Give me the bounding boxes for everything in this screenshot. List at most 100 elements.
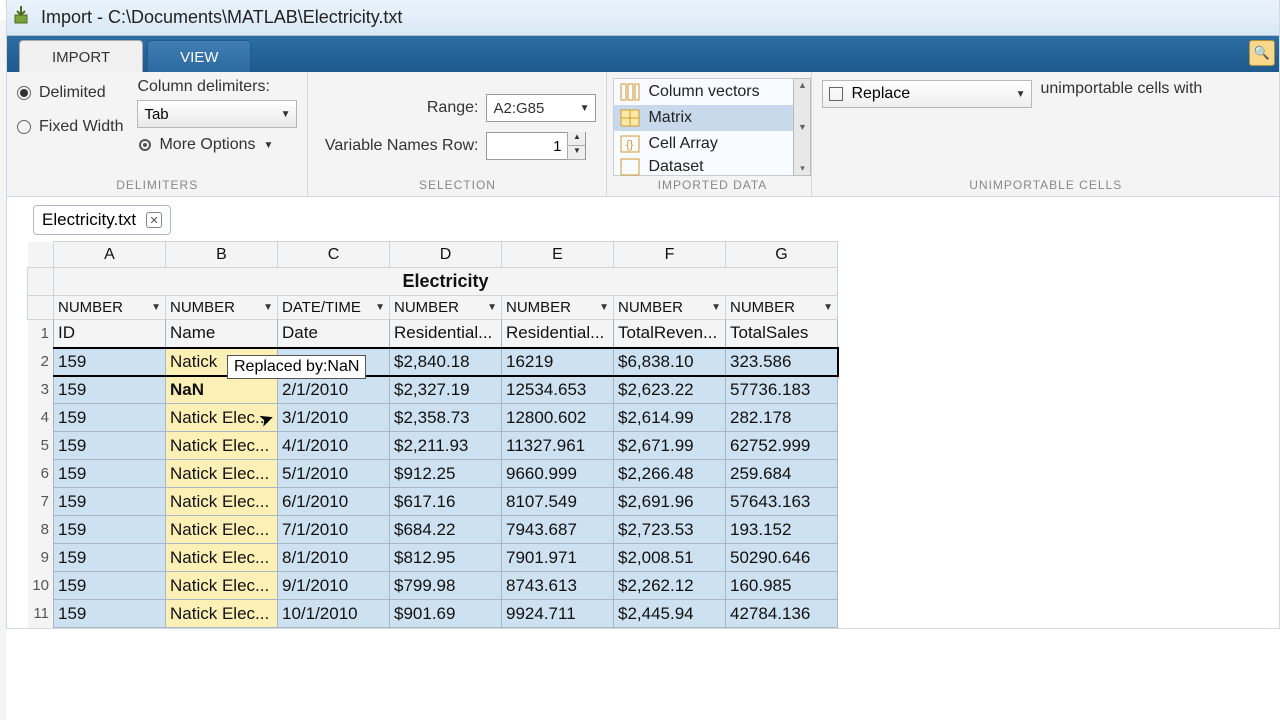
header-cell[interactable]: Name: [166, 320, 278, 348]
import-type-scrollbar[interactable]: ▲▼▾: [793, 78, 811, 176]
col-type-C[interactable]: DATE/TIME▼: [278, 296, 390, 320]
close-icon[interactable]: ✕: [146, 212, 162, 228]
radio-fixedwidth[interactable]: Fixed Width: [17, 118, 123, 136]
table-cell[interactable]: 6/1/2010: [278, 488, 390, 516]
varrow-spinner[interactable]: ▲▼: [486, 132, 586, 160]
table-cell[interactable]: $684.22: [390, 516, 502, 544]
col-type-D[interactable]: NUMBER▼: [390, 296, 502, 320]
table-cell[interactable]: 159: [54, 376, 166, 404]
col-type-E[interactable]: NUMBER▼: [502, 296, 614, 320]
tab-view[interactable]: VIEW: [147, 40, 251, 72]
table-cell[interactable]: $2,623.22: [614, 376, 726, 404]
range-dropdown[interactable]: A2:G85 ▼: [486, 94, 596, 122]
table-cell[interactable]: Natick Elec...: [166, 600, 278, 628]
row-number[interactable]: 9: [28, 544, 54, 572]
table-cell[interactable]: 8107.549: [502, 488, 614, 516]
table-cell[interactable]: 62752.999: [726, 432, 838, 460]
table-cell[interactable]: 16219: [502, 348, 614, 376]
table-cell[interactable]: 282.178: [726, 404, 838, 432]
spinner-buttons[interactable]: ▲▼: [567, 132, 585, 160]
table-cell[interactable]: 159: [54, 404, 166, 432]
table-cell[interactable]: $2,445.94: [614, 600, 726, 628]
table-cell[interactable]: $812.95: [390, 544, 502, 572]
tab-import[interactable]: IMPORT: [19, 40, 143, 72]
header-cell[interactable]: ID: [54, 320, 166, 348]
header-cell[interactable]: TotalSales: [726, 320, 838, 348]
table-cell[interactable]: 12800.602: [502, 404, 614, 432]
table-cell[interactable]: 159: [54, 488, 166, 516]
table-cell[interactable]: 42784.136: [726, 600, 838, 628]
table-cell[interactable]: $2,008.51: [614, 544, 726, 572]
table-cell[interactable]: 9660.999: [502, 460, 614, 488]
table-cell[interactable]: 7/1/2010: [278, 516, 390, 544]
table-cell[interactable]: 3/1/2010: [278, 404, 390, 432]
table-cell[interactable]: 9924.711: [502, 600, 614, 628]
replace-dropdown[interactable]: Replace ▼: [822, 80, 1032, 108]
row-number[interactable]: 7: [28, 488, 54, 516]
table-cell[interactable]: 5/1/2010: [278, 460, 390, 488]
table-cell[interactable]: 4/1/2010: [278, 432, 390, 460]
table-cell[interactable]: 159: [54, 600, 166, 628]
table-cell[interactable]: $2,840.18: [390, 348, 502, 376]
table-cell[interactable]: 11327.961: [502, 432, 614, 460]
row-number[interactable]: 5: [28, 432, 54, 460]
table-cell[interactable]: $6,838.10: [614, 348, 726, 376]
table-cell[interactable]: 50290.646: [726, 544, 838, 572]
table-cell[interactable]: 159: [54, 544, 166, 572]
table-cell[interactable]: 159: [54, 516, 166, 544]
table-cell[interactable]: 160.985: [726, 572, 838, 600]
table-cell[interactable]: 7901.971: [502, 544, 614, 572]
table-cell[interactable]: 159: [54, 572, 166, 600]
table-cell[interactable]: Natick Elec...: [166, 516, 278, 544]
replace-checkbox[interactable]: [829, 87, 843, 101]
row-number[interactable]: 11: [28, 600, 54, 628]
import-type-list[interactable]: Column vectors Matrix {} Cell Array Data…: [613, 78, 793, 176]
varrow-input[interactable]: [487, 137, 567, 156]
table-cell[interactable]: 57643.163: [726, 488, 838, 516]
table-cell[interactable]: $617.16: [390, 488, 502, 516]
col-type-A[interactable]: NUMBER▼: [54, 296, 166, 320]
table-cell[interactable]: $2,358.73: [390, 404, 502, 432]
table-cell[interactable]: $912.25: [390, 460, 502, 488]
table-cell[interactable]: $2,723.53: [614, 516, 726, 544]
col-header-E[interactable]: E: [502, 242, 614, 268]
col-header-D[interactable]: D: [390, 242, 502, 268]
row-number[interactable]: 6: [28, 460, 54, 488]
col-type-G[interactable]: NUMBER▼: [726, 296, 838, 320]
col-header-G[interactable]: G: [726, 242, 838, 268]
table-cell[interactable]: $2,671.99: [614, 432, 726, 460]
table-cell[interactable]: Natick Elec...: [166, 488, 278, 516]
row-number[interactable]: 4: [28, 404, 54, 432]
row-number[interactable]: 3: [28, 376, 54, 404]
table-cell[interactable]: 159: [54, 432, 166, 460]
table-cell[interactable]: $2,691.96: [614, 488, 726, 516]
table-cell[interactable]: 10/1/2010: [278, 600, 390, 628]
row-number[interactable]: 1: [28, 320, 54, 348]
table-cell[interactable]: $901.69: [390, 600, 502, 628]
header-cell[interactable]: Residential...: [390, 320, 502, 348]
import-type-column-vectors[interactable]: Column vectors: [614, 79, 793, 105]
header-cell[interactable]: TotalReven...: [614, 320, 726, 348]
table-cell[interactable]: $2,266.48: [614, 460, 726, 488]
table-cell[interactable]: NaN: [166, 376, 278, 404]
table-cell[interactable]: 7943.687: [502, 516, 614, 544]
row-number[interactable]: 10: [28, 572, 54, 600]
table-cell[interactable]: $799.98: [390, 572, 502, 600]
table-cell[interactable]: 8/1/2010: [278, 544, 390, 572]
table-cell[interactable]: 259.684: [726, 460, 838, 488]
table-cell[interactable]: 9/1/2010: [278, 572, 390, 600]
import-type-cell-array[interactable]: {} Cell Array: [614, 131, 793, 157]
row-number[interactable]: 8: [28, 516, 54, 544]
header-cell[interactable]: Residential...: [502, 320, 614, 348]
file-tab-electricity[interactable]: Electricity.txt ✕: [33, 205, 171, 235]
more-options-button[interactable]: More Options ▼: [137, 136, 297, 154]
col-header-A[interactable]: A: [54, 242, 166, 268]
header-cell[interactable]: Date: [278, 320, 390, 348]
table-cell[interactable]: 159: [54, 460, 166, 488]
col-header-C[interactable]: C: [278, 242, 390, 268]
table-cell[interactable]: $2,614.99: [614, 404, 726, 432]
table-cell[interactable]: 193.152: [726, 516, 838, 544]
delimiter-dropdown[interactable]: Tab ▼: [137, 100, 297, 128]
table-cell[interactable]: Natick Elec...: [166, 544, 278, 572]
col-header-F[interactable]: F: [614, 242, 726, 268]
